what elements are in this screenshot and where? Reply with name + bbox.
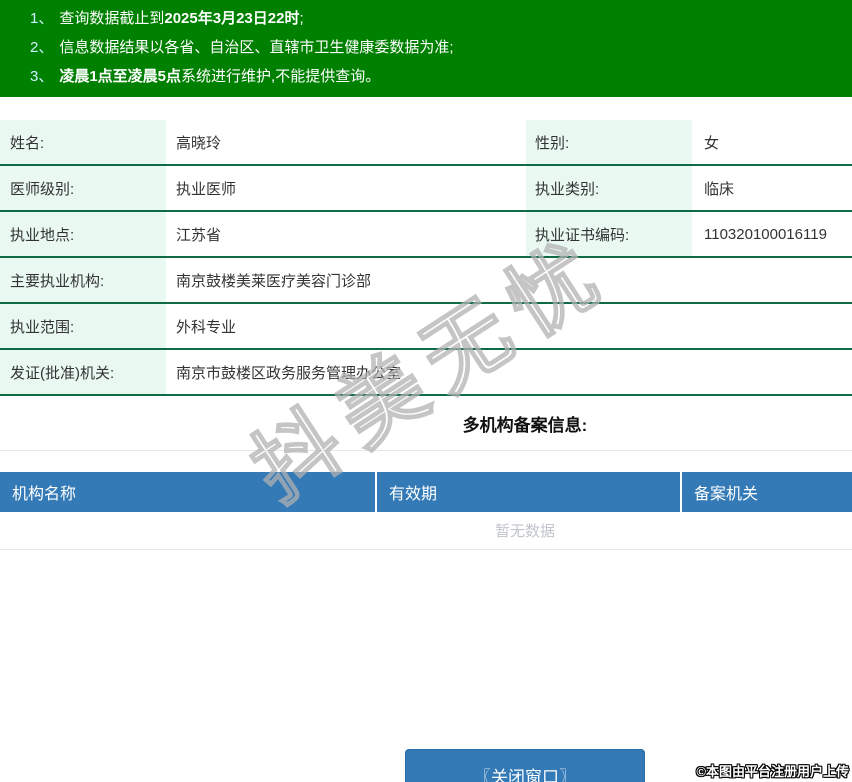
practice-scope-value: 外科专业 — [176, 318, 237, 336]
page-content: 1、 查询数据截止到2025年3月23日22时; 2、 信息数据结果以各省、自治区、… — [0, 0, 852, 550]
notice-text: 系统进行维护,不能提供查询。 — [181, 68, 381, 85]
gender-label: 性别: — [526, 120, 692, 164]
filing-table-header: 机构名称 有效期 备案机关 — [0, 472, 852, 512]
divider — [0, 450, 852, 451]
certificate-number-label: 执业证书编码: — [526, 212, 692, 256]
name-value: 高晓玲 — [176, 134, 222, 152]
practice-location-value: 江苏省 — [176, 226, 222, 244]
notice-number: 2、 — [30, 39, 54, 56]
issuing-authority-label: 发证(批准)机关: — [0, 350, 166, 394]
column-header-institution-name: 机构名称 — [12, 486, 77, 503]
empty-data-text: 暂无数据 — [0, 512, 852, 550]
table-row: 发证(批准)机关: 南京市鼓楼区政务服务管理办公室 — [0, 350, 852, 396]
main-institution-label: 主要执业机构: — [0, 258, 166, 302]
table-row: 执业地点: 江苏省 执业证书编码: 110320100016119 — [0, 212, 852, 258]
practice-location-label: 执业地点: — [0, 212, 166, 256]
notice-text: ; — [299, 10, 304, 27]
notice-item-1: 1、 查询数据截止到2025年3月23日22时; — [30, 4, 852, 33]
doctor-level-label: 医师级别: — [0, 166, 166, 210]
doctor-level-value: 执业医师 — [176, 180, 237, 198]
column-header-validity-period: 有效期 — [375, 472, 680, 512]
table-row: 姓名: 高晓玲 性别: 女 — [0, 120, 852, 166]
main-institution-value: 南京鼓楼美莱医疗美容门诊部 — [176, 272, 372, 290]
practice-category-value: 临床 — [704, 180, 735, 198]
notice-text: 查询数据截止到 — [59, 10, 165, 27]
filing-section-title: 多机构备案信息: — [462, 416, 588, 435]
copyright-note: ©本图由平台注册用户上传 — [696, 764, 849, 779]
notice-text-bold: 凌晨1点至凌晨5点 — [59, 68, 182, 85]
close-window-button[interactable]: 〖关闭窗口〗 — [405, 749, 645, 782]
issuing-authority-value: 南京市鼓楼区政务服务管理办公室 — [176, 364, 402, 382]
table-row: 医师级别: 执业医师 执业类别: 临床 — [0, 166, 852, 212]
notice-banner: 1、 查询数据截止到2025年3月23日22时; 2、 信息数据结果以各省、自治区、… — [0, 0, 852, 97]
practice-category-label: 执业类别: — [526, 166, 692, 210]
practitioner-info-table: 姓名: 高晓玲 性别: 女 医师级别: 执业医师 执业类别: 临床 执业地点: … — [0, 120, 852, 396]
practice-scope-label: 执业范围: — [0, 304, 166, 348]
gender-value: 女 — [704, 134, 720, 152]
notice-number: 3、 — [30, 68, 54, 85]
query-result-window: 1、 查询数据截止到2025年3月23日22时; 2、 信息数据结果以各省、自治区、… — [0, 0, 852, 782]
notice-text: 信息数据结果以各省、自治区、直辖市卫生健康委数据为准; — [59, 39, 454, 56]
notice-item-3: 3、 凌晨1点至凌晨5点系统进行维护,不能提供查询。 — [30, 62, 852, 91]
notice-item-2: 2、 信息数据结果以各省、自治区、直辖市卫生健康委数据为准; — [30, 33, 852, 62]
table-row: 执业范围: 外科专业 — [0, 304, 852, 350]
name-label: 姓名: — [0, 120, 166, 164]
column-header-filing-authority: 备案机关 — [680, 472, 852, 512]
notice-number: 1、 — [30, 10, 54, 27]
table-row: 主要执业机构: 南京鼓楼美莱医疗美容门诊部 — [0, 258, 852, 304]
certificate-number-value: 110320100016119 — [704, 225, 827, 243]
notice-text-bold: 2025年3月23日22时 — [164, 10, 300, 27]
